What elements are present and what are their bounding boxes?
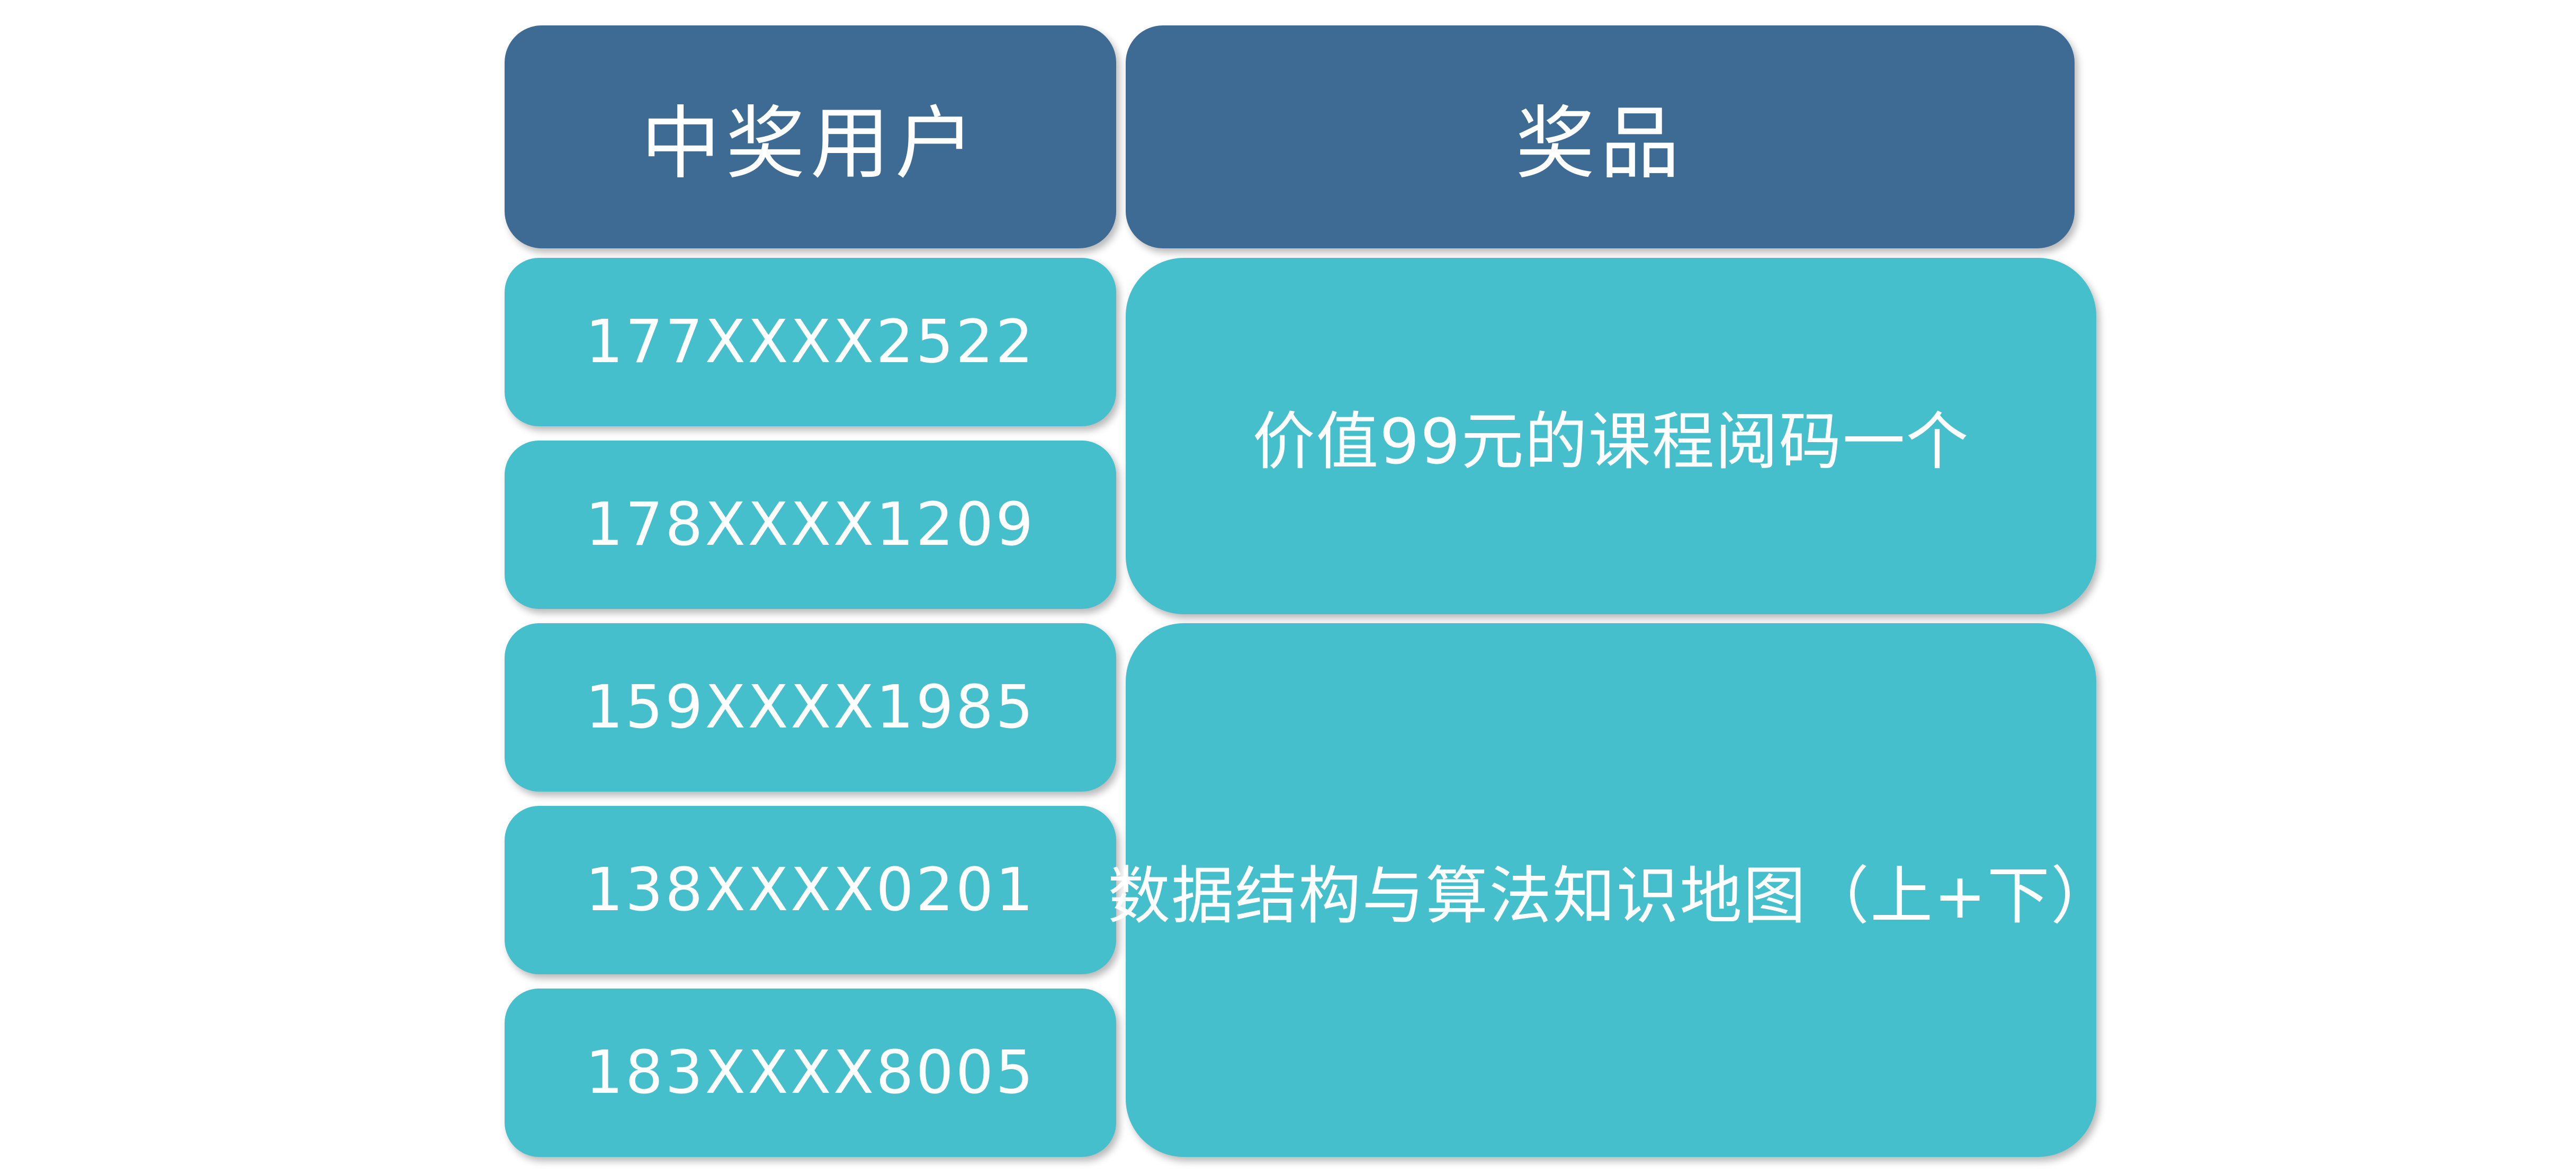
winner-cell: 183XXXX8005: [505, 989, 1116, 1157]
prize-label: 数据结构与算法知识地图（上+下）: [1108, 859, 2114, 932]
winner-cell: 159XXXX1985: [505, 623, 1116, 792]
winner-phone: 159XXXX1985: [585, 673, 1036, 742]
prize-cell-course-code: 价值99元的课程阅码一个: [1126, 258, 2096, 614]
winner-phone: 183XXXX8005: [585, 1038, 1036, 1107]
header-prize: 奖品: [1126, 25, 2075, 248]
winner-phone: 177XXXX2522: [585, 308, 1036, 376]
winner-cell: 178XXXX1209: [505, 441, 1116, 609]
winner-cell: 177XXXX2522: [505, 258, 1116, 426]
prize-cell-knowledge-map: 数据结构与算法知识地图（上+下）: [1108, 623, 2113, 1157]
header-winner-user-label: 中奖用户: [641, 98, 980, 190]
winner-phone: 138XXXX0201: [585, 856, 1036, 924]
header-winner-user: 中奖用户: [505, 25, 1116, 248]
header-prize-label: 奖品: [1515, 98, 1685, 190]
winner-phone: 178XXXX1209: [585, 490, 1036, 559]
prize-label: 价值99元的课程阅码一个: [1252, 405, 1970, 478]
winner-cell: 138XXXX0201: [505, 806, 1116, 974]
